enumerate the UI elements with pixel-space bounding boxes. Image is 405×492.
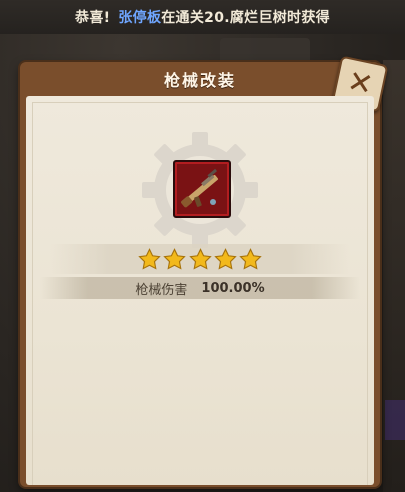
star-icon: [138, 248, 161, 270]
notice-prefix: 恭喜!: [75, 10, 111, 26]
star-icon: [239, 248, 262, 270]
stat-value: 100.00%: [201, 280, 265, 296]
gun-item-slot[interactable]: [173, 160, 231, 218]
star-icon: [188, 248, 212, 270]
star-icon: [163, 248, 186, 270]
rifle-icon: [181, 168, 219, 208]
background-decoration: [220, 38, 310, 64]
gun-damage-stat: 枪械伤害 100.00%: [40, 277, 360, 299]
stat-label: 枪械伤害: [135, 282, 188, 298]
panel-title: 枪械改装: [163, 71, 236, 90]
reward-notice-bar: 恭喜! 张停板 在通关20.腐烂巨树时获得: [0, 0, 405, 34]
star-icon: [214, 248, 237, 270]
gun-modification-panel: 枪械改装 ✕ 枪械伤害 100.00%: [20, 55, 389, 487]
rating-stars: [138, 248, 262, 272]
background-side-decoration: [385, 400, 405, 440]
notice-suffix: 在通关20.腐烂巨树时获得: [161, 10, 330, 26]
panel-header: 枪械改装: [20, 62, 380, 96]
notice-player-name[interactable]: 张停板: [118, 7, 161, 27]
